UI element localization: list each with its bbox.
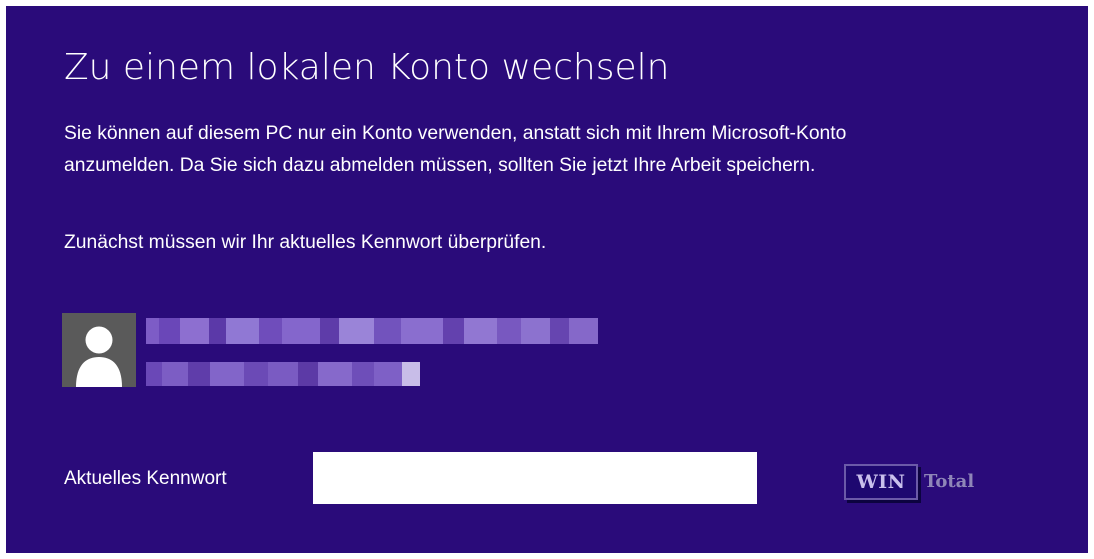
description-text-line-2: anzumelden. Da Sie sich dazu abmelden mü… bbox=[64, 155, 816, 176]
switch-to-local-account-dialog: Zu einem lokalen Konto wechseln Sie könn… bbox=[6, 6, 1088, 553]
wintotal-watermark-logo: WIN Total bbox=[844, 464, 1014, 504]
current-password-input[interactable] bbox=[313, 452, 757, 504]
description-text-line-1: Sie können auf diesem PC nur ein Konto v… bbox=[64, 123, 847, 144]
page-title: Zu einem lokalen Konto wechseln bbox=[64, 47, 670, 88]
watermark-total-text: Total bbox=[924, 471, 975, 492]
account-email-obscured bbox=[146, 318, 599, 344]
verify-password-text: Zunächst müssen wir Ihr aktuelles Kennwo… bbox=[64, 232, 547, 253]
account-name-obscured bbox=[146, 362, 420, 386]
user-avatar bbox=[62, 313, 136, 387]
current-password-label: Aktuelles Kennwort bbox=[64, 468, 227, 489]
watermark-win-text: WIN bbox=[844, 464, 918, 500]
user-silhouette-icon bbox=[76, 326, 122, 387]
